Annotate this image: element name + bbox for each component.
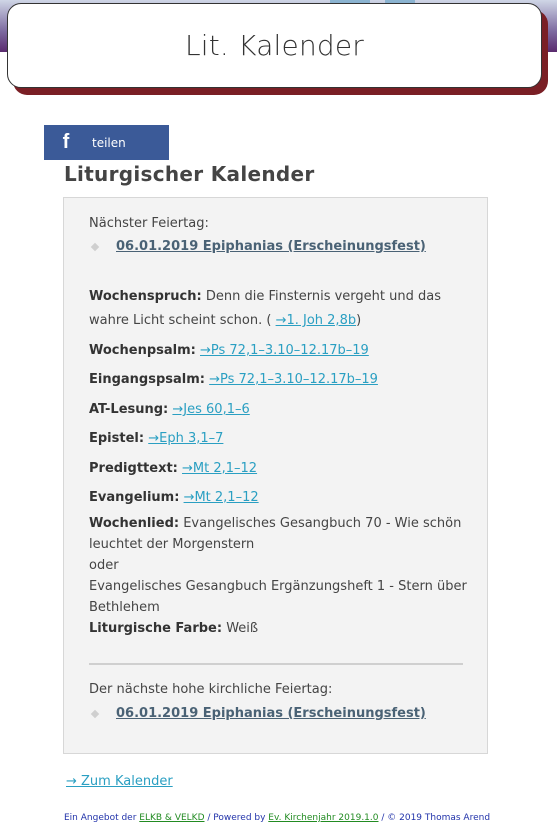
- facebook-share-button[interactable]: f teilen: [44, 125, 169, 160]
- page-title: Liturgischer Kalender: [64, 162, 315, 186]
- epistel-label: Epistel:: [89, 431, 145, 446]
- epistel: Epistel: →Eph 3,1–7: [89, 427, 469, 451]
- wochenpsalm: Wochenpsalm: →Ps 72,1–3.10–12.17b–19: [89, 339, 469, 363]
- next-high-feast-link[interactable]: 06.01.2019 Epiphanias (Erscheinungsfest): [116, 706, 426, 721]
- footer-org-link[interactable]: ELKB & VELKD: [139, 813, 204, 823]
- eingangspsalm-link[interactable]: →Ps 72,1–3.10–12.17b–19: [209, 372, 378, 387]
- predigttext-label: Predigttext:: [89, 461, 178, 476]
- footer-middle: / Powered by: [204, 813, 269, 823]
- evangelium: Evangelium: →Mt 2,1–12: [89, 486, 469, 510]
- next-feast-label: Nächster Feiertag:: [89, 216, 209, 231]
- predigttext: Predigttext: →Mt 2,1–12: [89, 457, 469, 481]
- wochenlied: Wochenlied: Evangelisches Gesangbuch 70 …: [89, 513, 469, 618]
- zum-kalender-link[interactable]: → Zum Kalender: [66, 774, 173, 789]
- bullet-icon: [90, 242, 100, 251]
- footer-suffix: / © 2019 Thomas Arend: [378, 813, 491, 823]
- eingangspsalm: Eingangspsalm: →Ps 72,1–3.10–12.17b–19: [89, 368, 469, 392]
- wochenpsalm-label: Wochenpsalm:: [89, 343, 196, 358]
- wochenlied-or: oder: [89, 558, 119, 573]
- app-header: Lit. Kalender: [7, 3, 542, 88]
- footer-prefix: Ein Angebot der: [64, 813, 140, 823]
- wochenspruch-label: Wochenspruch:: [89, 289, 202, 304]
- wochenspruch-ref-link[interactable]: →1. Joh 2,8b: [276, 313, 357, 328]
- at-lesung: AT-Lesung: →Jes 60,1–6: [89, 398, 469, 422]
- at-lesung-label: AT-Lesung:: [89, 402, 169, 417]
- facebook-icon: f: [62, 131, 70, 153]
- wochenlied-label: Wochenlied:: [89, 516, 180, 531]
- predigttext-link[interactable]: →Mt 2,1–12: [182, 461, 257, 476]
- epistel-link[interactable]: →Eph 3,1–7: [148, 431, 223, 446]
- next-feast-item: 06.01.2019 Epiphanias (Erscheinungsfest): [89, 239, 426, 254]
- app-title: Lit. Kalender: [184, 29, 365, 62]
- next-high-feast-label: Der nächste hohe kirchliche Feiertag:: [89, 682, 333, 697]
- liturgische-farbe: Liturgische Farbe: Weiß: [89, 618, 469, 639]
- next-high-feast-item: 06.01.2019 Epiphanias (Erscheinungsfest): [89, 706, 426, 721]
- footer-powered-link[interactable]: Ev. Kirchenjahr 2019.1.0: [268, 813, 378, 823]
- share-label: teilen: [92, 135, 126, 150]
- farbe-value: Weiß: [226, 621, 259, 636]
- evangelium-label: Evangelium:: [89, 490, 180, 505]
- divider: [89, 663, 463, 665]
- at-lesung-link[interactable]: →Jes 60,1–6: [172, 402, 249, 417]
- wochenspruch: Wochenspruch: Denn die Finsternis vergeh…: [89, 285, 469, 333]
- evangelium-link[interactable]: →Mt 2,1–12: [184, 490, 259, 505]
- farbe-label: Liturgische Farbe:: [89, 621, 223, 636]
- footer: Ein Angebot der ELKB & VELKD / Powered b…: [64, 811, 494, 825]
- eingangspsalm-label: Eingangspsalm:: [89, 372, 205, 387]
- bullet-icon: [90, 709, 100, 718]
- calendar-box: Nächster Feiertag: 06.01.2019 Epiphanias…: [63, 197, 488, 754]
- wochenpsalm-link[interactable]: →Ps 72,1–3.10–12.17b–19: [200, 343, 369, 358]
- next-feast-link[interactable]: 06.01.2019 Epiphanias (Erscheinungsfest): [116, 239, 426, 254]
- wochenspruch-close: ): [356, 313, 362, 328]
- wochenlied-line2: Evangelisches Gesangbuch Ergänzungsheft …: [89, 579, 467, 615]
